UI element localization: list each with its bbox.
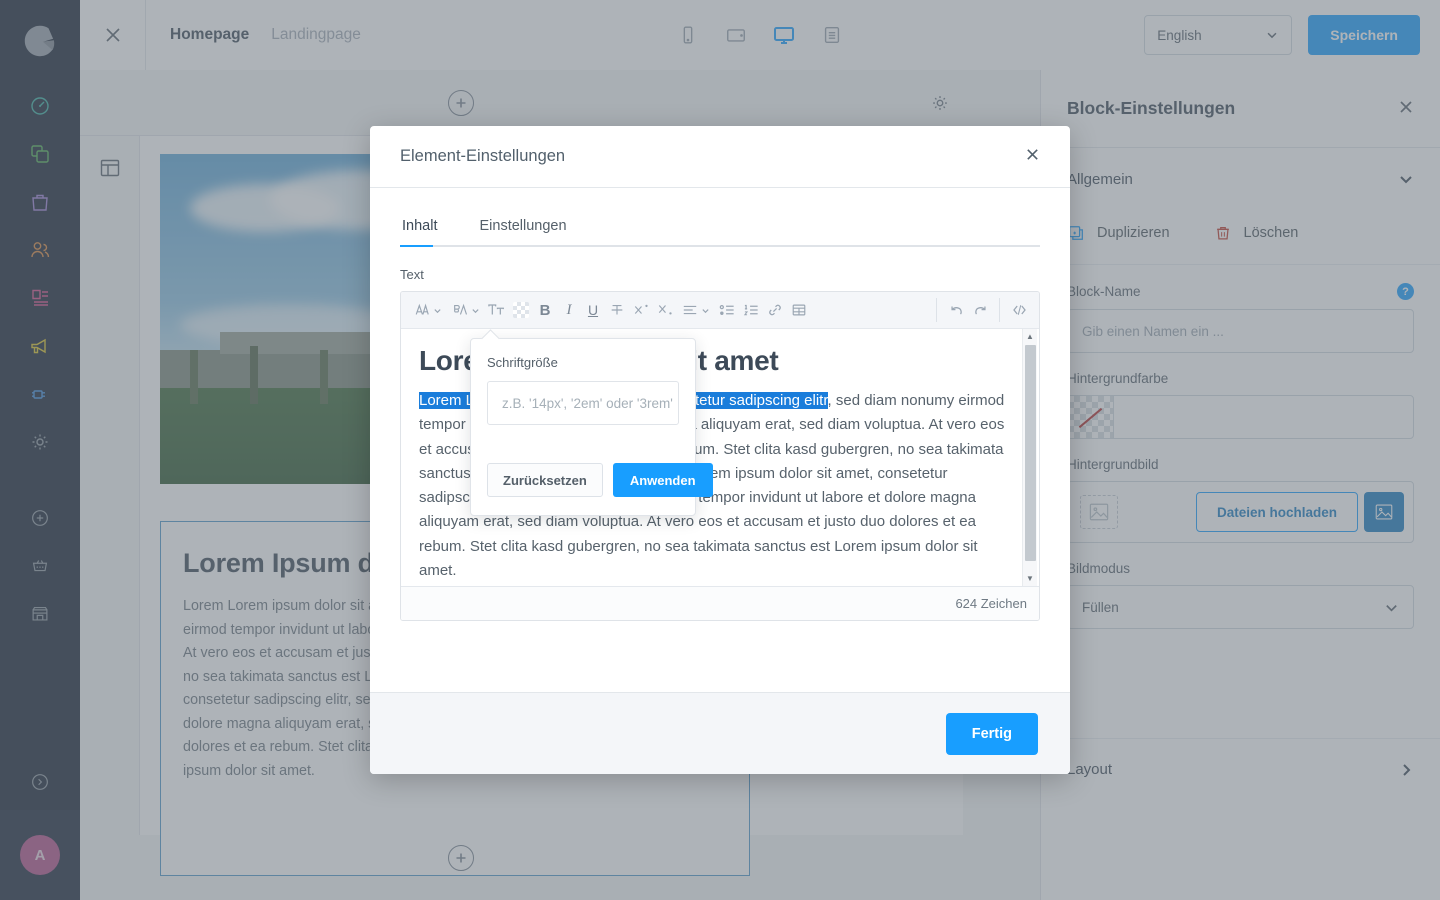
font-size-popover: Schriftgröße z.B. '14px', '2em' oder '3r… — [470, 338, 713, 516]
character-count: 624 Zeichen — [955, 596, 1027, 611]
background-color-icon[interactable] — [447, 296, 485, 324]
scroll-up-arrow[interactable]: ▲ — [1026, 329, 1034, 344]
text-field-label: Text — [400, 267, 424, 282]
undo-icon[interactable] — [944, 296, 968, 324]
modal-title: Element-Einstellungen — [400, 147, 566, 165]
table-icon[interactable] — [787, 296, 811, 324]
color-swatch-icon[interactable] — [509, 296, 533, 324]
editor-toolbar: B I U — [401, 292, 1039, 329]
redo-icon[interactable] — [968, 296, 992, 324]
font-size-input[interactable]: z.B. '14px', '2em' oder '3rem' — [487, 381, 679, 425]
modal-close-button[interactable] — [1025, 147, 1040, 167]
underline-icon[interactable]: U — [581, 296, 605, 324]
link-icon[interactable] — [763, 296, 787, 324]
strikethrough-icon[interactable] — [605, 296, 629, 324]
editor-footer: 624 Zeichen — [401, 586, 1039, 620]
ordered-list-icon[interactable] — [739, 296, 763, 324]
done-button[interactable]: Fertig — [945, 712, 1038, 755]
modal-footer: Fertig — [370, 692, 1070, 774]
reset-button[interactable]: Zurücksetzen — [487, 463, 603, 497]
scroll-down-arrow[interactable]: ▼ — [1026, 571, 1034, 586]
bold-icon[interactable]: B — [533, 296, 557, 324]
italic-icon[interactable]: I — [557, 296, 581, 324]
cms-page-editor: A Homepage Landingpage — [0, 0, 1440, 900]
close-icon — [1027, 148, 1038, 160]
source-code-icon[interactable] — [1007, 296, 1031, 324]
font-size-icon[interactable] — [485, 296, 509, 324]
apply-button[interactable]: Anwenden — [612, 463, 713, 497]
text-color-icon[interactable] — [409, 296, 447, 324]
font-size-label: Schriftgröße — [487, 355, 558, 370]
editor-scrollbar[interactable]: ▲ ▼ — [1022, 329, 1037, 586]
subscript-icon[interactable] — [653, 296, 677, 324]
tab-inhalt[interactable]: Inhalt — [400, 208, 455, 247]
superscript-icon[interactable] — [629, 296, 653, 324]
chevron-down-icon — [702, 308, 709, 313]
bullet-list-icon[interactable] — [715, 296, 739, 324]
align-icon[interactable] — [677, 296, 715, 324]
modal-header: Element-Einstellungen — [370, 126, 1070, 188]
scrollbar-thumb[interactable] — [1025, 345, 1036, 561]
chevron-down-icon — [434, 308, 441, 313]
font-size-popover-actions: Zurücksetzen Anwenden — [487, 463, 713, 497]
modal-tabs: Inhalt Einstellungen — [400, 208, 1040, 247]
tab-einstellungen[interactable]: Einstellungen — [477, 208, 584, 245]
chevron-down-icon — [472, 308, 479, 313]
